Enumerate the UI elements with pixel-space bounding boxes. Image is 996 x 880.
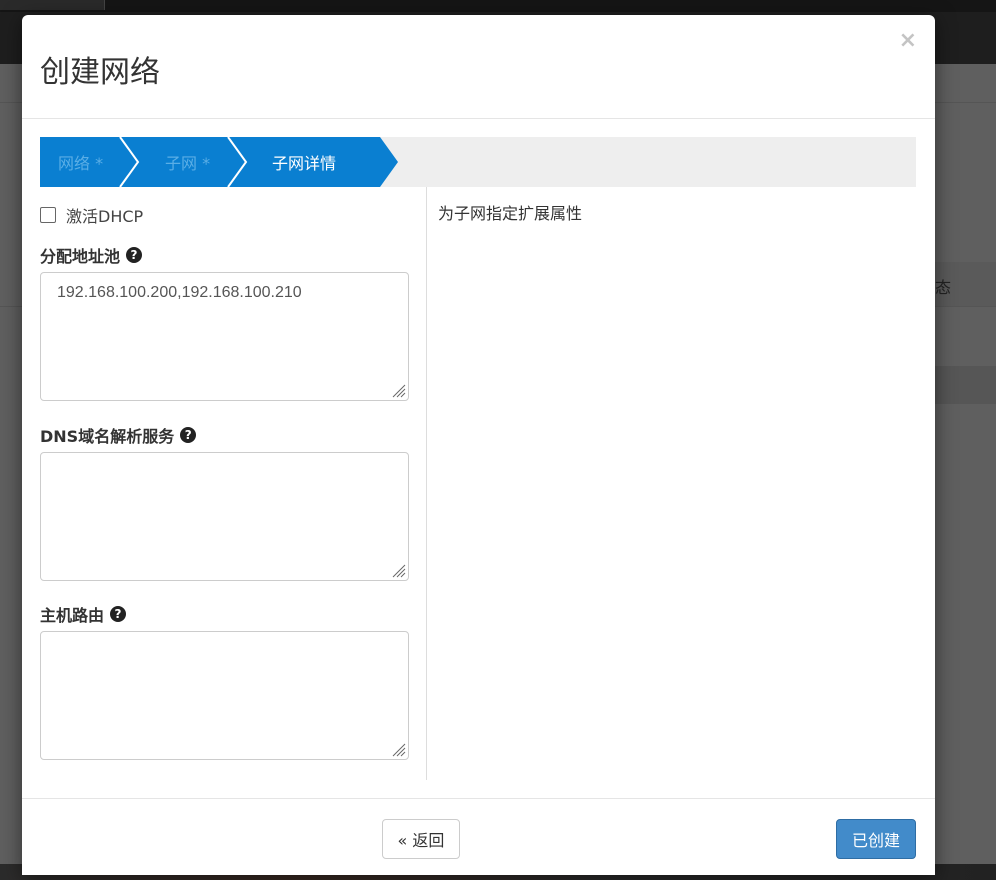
wizard-step-label: 网络 * [58,154,104,173]
question-circle-icon[interactable]: ? [180,427,197,443]
close-icon[interactable]: × [899,29,917,53]
background-tab [0,0,105,10]
help-description: 为子网指定扩展属性 [438,204,583,223]
question-circle-icon[interactable]: ? [110,606,127,622]
modal-header: 创建网络 × [22,15,935,119]
resize-grip-icon[interactable] [390,741,406,757]
resize-grip-icon[interactable] [390,562,406,578]
background-status-header: 态 [935,278,952,297]
wizard-step-subnet-details[interactable]: 子网详情 [272,137,336,187]
background-topbar [0,0,996,12]
dns-label-row: DNS域名解析服务 ? [40,423,197,447]
question-circle-icon[interactable]: ? [126,247,143,263]
subnet-details-form: 激活DHCP 分配地址池 ? 192.168.100.200,192.168.1… [40,187,427,780]
host-routes-textarea[interactable] [40,631,409,760]
routes-label: 主机路由 [40,606,105,625]
footer-divider [22,798,935,799]
wizard-steps: 网络 * 子网 * 子网详情 [40,137,916,187]
resize-grip-icon[interactable] [390,382,406,398]
create-button[interactable]: 已创建 [836,819,916,859]
dns-label: DNS域名解析服务 [40,427,175,446]
wizard-step-network[interactable]: 网络 * [58,137,103,187]
dhcp-toggle[interactable]: 激活DHCP [40,203,143,227]
modal-title: 创建网络 [40,55,160,90]
wizard-step-subnet[interactable]: 子网 * [165,137,210,187]
allocation-pool-textarea[interactable]: 192.168.100.200,192.168.100.210 [40,272,409,401]
allocation-pool-value: 192.168.100.200,192.168.100.210 [57,284,302,301]
dhcp-checkbox[interactable] [40,207,56,223]
pool-label-row: 分配地址池 ? [40,243,143,267]
pool-label: 分配地址池 [40,247,121,266]
routes-label-row: 主机路由 ? [40,602,127,626]
dhcp-label: 激活DHCP [66,207,144,226]
background-table-row [935,366,996,404]
create-network-modal: 创建网络 × 网络 * 子网 * 子网详情 激活DHCP 分配地址池 ? 192 [22,15,935,875]
dns-nameservers-textarea[interactable] [40,452,409,581]
wizard-step-label: 子网 * [165,154,211,173]
back-button[interactable]: « 返回 [382,819,460,859]
wizard-step-label: 子网详情 [272,154,337,173]
